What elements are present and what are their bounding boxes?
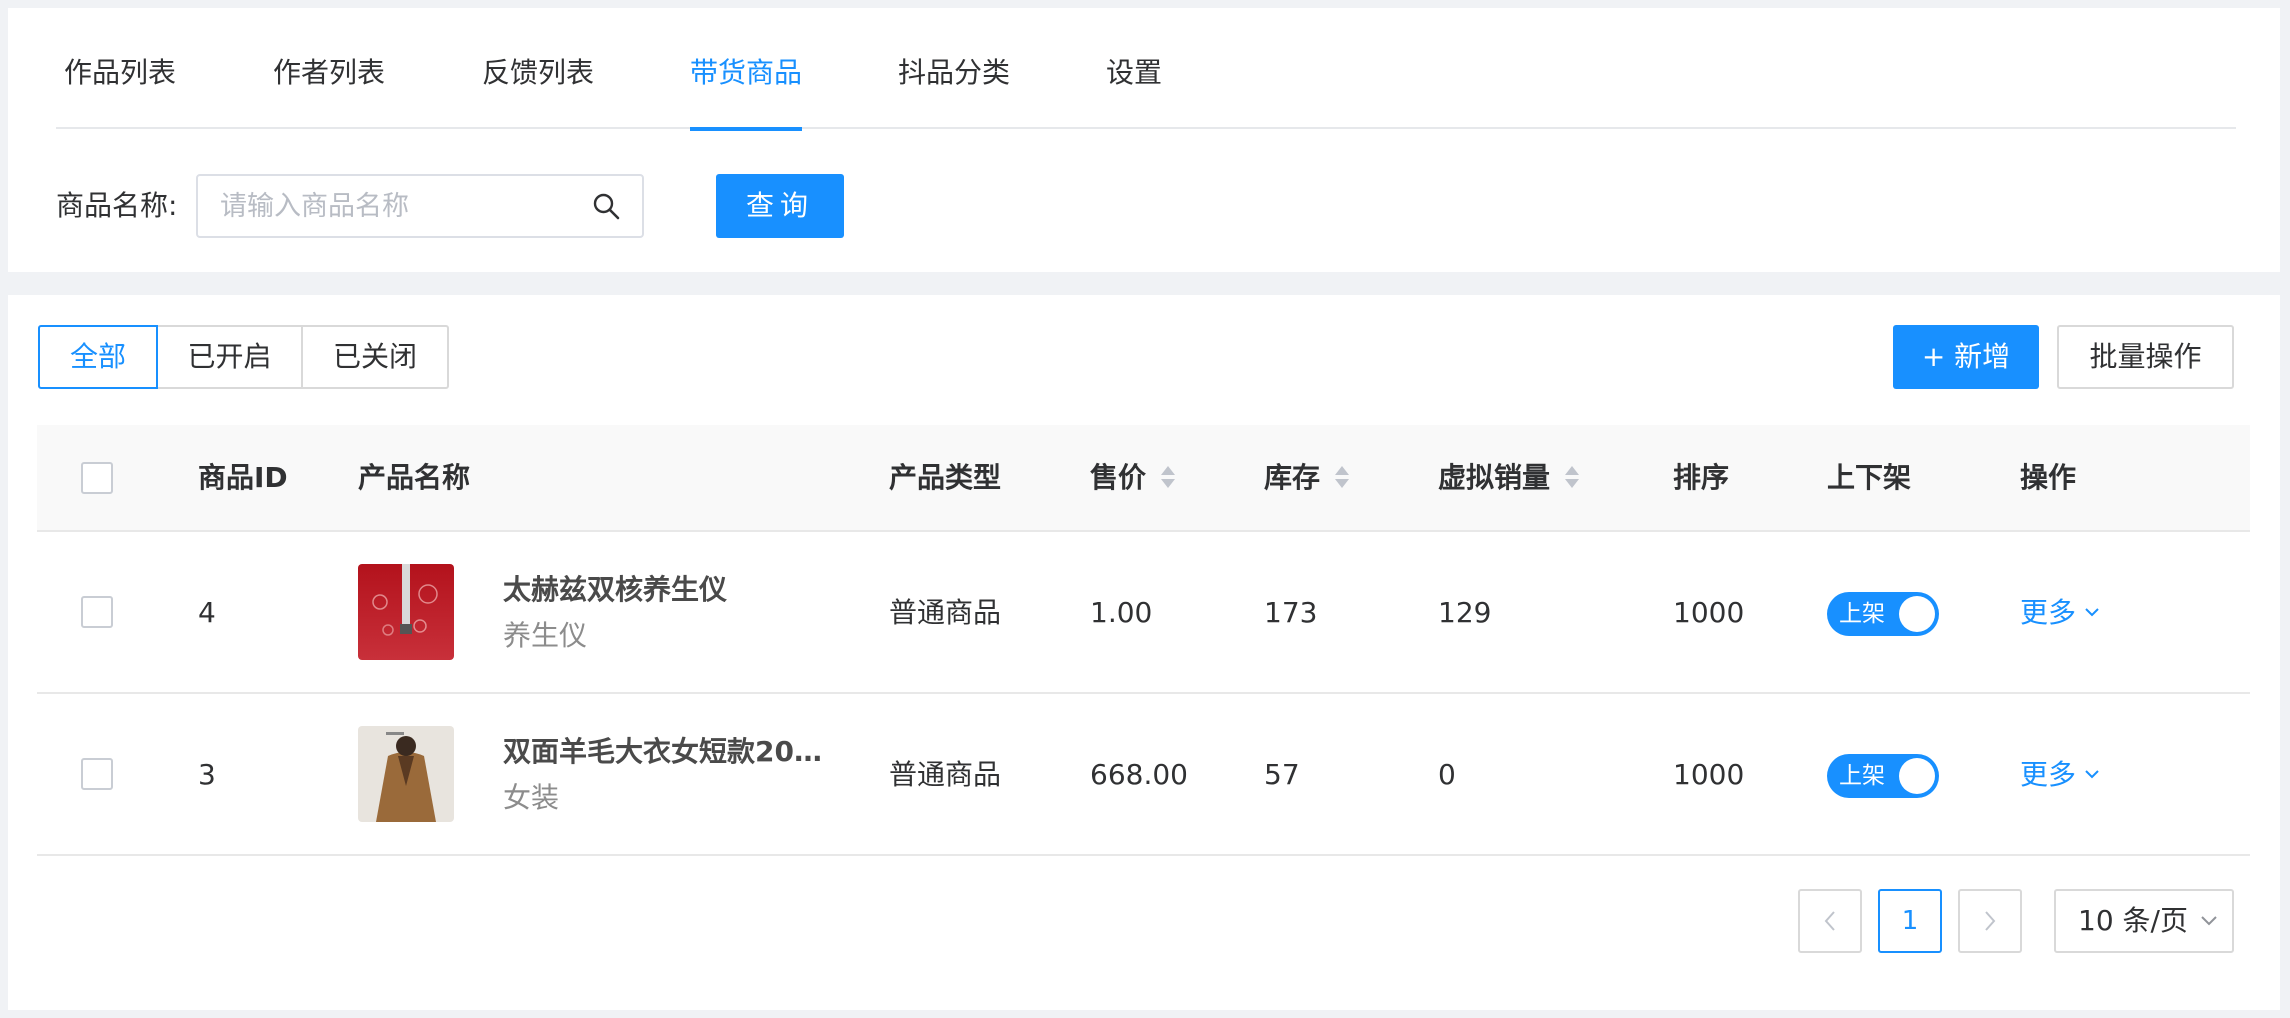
search-icon[interactable] [592, 192, 620, 220]
col-header-stock-label: 库存 [1264, 461, 1321, 494]
cell-price: 1.00 [1090, 596, 1153, 629]
table-row: 3 双面羊毛大衣女短款2022新款秋冬 女装 普通商品 668.00 57 0 … [37, 694, 2250, 856]
col-header-virtual-sales-label: 虚拟销量 [1438, 461, 1551, 494]
search-input[interactable] [220, 176, 580, 236]
chevron-down-icon [2085, 608, 2099, 617]
chevron-down-icon [2085, 770, 2099, 779]
status-filter: 全部 已开启 已关闭 [38, 325, 449, 389]
add-button[interactable]: + 新增 [1893, 325, 2039, 389]
product-category: 女装 [503, 781, 560, 814]
select-all-checkbox[interactable] [81, 462, 113, 494]
row-checkbox[interactable] [81, 758, 113, 790]
col-header-status: 上下架 [1827, 461, 1912, 494]
cell-virtual-sales: 0 [1438, 758, 1456, 791]
more-dropdown[interactable]: 更多 [2020, 593, 2100, 633]
product-name: 双面羊毛大衣女短款2022新款秋冬 [503, 735, 833, 768]
query-button[interactable]: 查询 [716, 174, 844, 238]
col-header-price[interactable]: 售价 [1090, 425, 1176, 530]
more-label: 更多 [2020, 758, 2077, 791]
col-header-sort: 排序 [1673, 461, 1730, 494]
tab-settings[interactable]: 设置 [1106, 8, 1162, 129]
sort-icon[interactable] [1564, 464, 1580, 490]
sort-icon[interactable] [1160, 464, 1176, 490]
col-header-ops: 操作 [2020, 461, 2077, 494]
more-dropdown[interactable]: 更多 [2020, 755, 2100, 795]
next-page-button[interactable] [1958, 889, 2022, 953]
cell-type: 普通商品 [889, 596, 1002, 629]
status-toggle-label: 上架 [1839, 601, 1885, 627]
cell-stock: 173 [1264, 596, 1318, 629]
tab-products[interactable]: 带货商品 [690, 8, 803, 131]
batch-operation-button[interactable]: 批量操作 [2057, 325, 2234, 389]
toggle-knob [1899, 758, 1935, 794]
row-checkbox[interactable] [81, 596, 113, 628]
filter-disabled[interactable]: 已关闭 [301, 325, 449, 389]
product-category: 养生仪 [503, 619, 588, 652]
page-number-button[interactable]: 1 [1878, 889, 1942, 953]
tab-works-list[interactable]: 作品列表 [64, 8, 176, 129]
cell-id: 4 [198, 596, 216, 629]
status-toggle[interactable]: 上架 [1827, 592, 1939, 636]
tab-category[interactable]: 抖品分类 [898, 8, 1010, 129]
cell-stock: 57 [1264, 758, 1300, 791]
prev-page-button[interactable] [1798, 889, 1862, 953]
product-image[interactable] [358, 564, 454, 660]
filter-all[interactable]: 全部 [38, 325, 158, 389]
filter-enabled[interactable]: 已开启 [156, 325, 303, 389]
toggle-knob [1899, 596, 1935, 632]
top-panel: 作品列表 作者列表 反馈列表 带货商品 抖品分类 设置 商品名称: 查询 [8, 8, 2280, 272]
product-name: 太赫兹双核养生仪 [503, 573, 728, 606]
chevron-down-icon [2201, 916, 2217, 926]
page-size-select[interactable]: 10 条/页 [2054, 889, 2234, 953]
col-header-id: 商品ID [198, 461, 288, 494]
chevron-right-icon [1985, 911, 1996, 931]
table-header: 商品ID 产品名称 产品类型 售价 库存 虚拟销量 排序 上下架 操作 [37, 425, 2250, 532]
cell-price: 668.00 [1090, 758, 1188, 791]
cell-type: 普通商品 [889, 758, 1002, 791]
product-image[interactable] [358, 726, 454, 822]
cell-virtual-sales: 129 [1438, 596, 1492, 629]
search-field[interactable] [196, 174, 644, 238]
col-header-stock[interactable]: 库存 [1264, 425, 1350, 530]
tab-bar: 作品列表 作者列表 反馈列表 带货商品 抖品分类 设置 [56, 8, 2236, 131]
cell-sort: 1000 [1673, 596, 1745, 629]
search-label: 商品名称: [56, 189, 178, 222]
tab-feedback-list[interactable]: 反馈列表 [482, 8, 594, 129]
table-row: 4 太赫兹双核养生仪 养生仪 普通商品 1.00 173 129 1000 上架… [37, 532, 2250, 694]
col-header-price-label: 售价 [1090, 461, 1147, 494]
col-header-type: 产品类型 [889, 461, 1002, 494]
more-label: 更多 [2020, 596, 2077, 629]
page-size-label: 10 条/页 [2078, 904, 2188, 937]
cell-sort: 1000 [1673, 758, 1745, 791]
col-header-name: 产品名称 [358, 461, 471, 494]
col-header-virtual-sales[interactable]: 虚拟销量 [1438, 425, 1580, 530]
sort-icon[interactable] [1334, 464, 1350, 490]
main-panel: 全部 已开启 已关闭 + 新增 批量操作 商品ID 产品名称 产品类型 售价 库… [8, 295, 2280, 1010]
chevron-left-icon [1824, 911, 1835, 931]
cell-id: 3 [198, 758, 216, 791]
status-toggle[interactable]: 上架 [1827, 754, 1939, 798]
tab-author-list[interactable]: 作者列表 [273, 8, 385, 129]
status-toggle-label: 上架 [1839, 763, 1885, 789]
